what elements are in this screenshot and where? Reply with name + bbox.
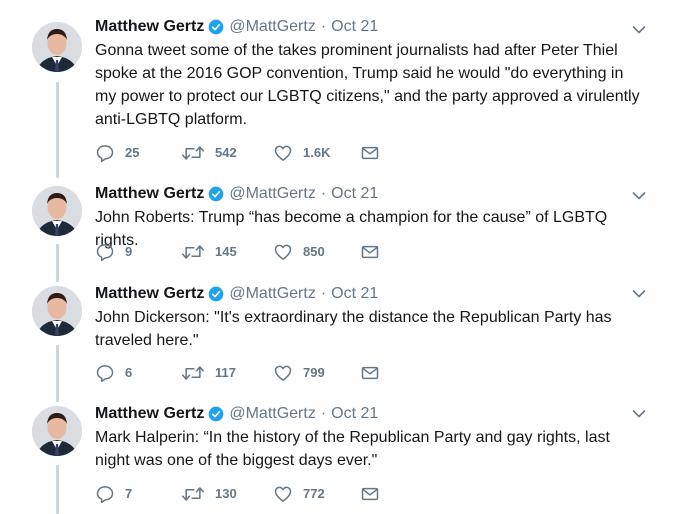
retweet-button[interactable]: 145 — [181, 242, 237, 262]
thread-connector — [56, 244, 59, 282]
retweet-icon — [181, 487, 205, 501]
tweet-header: Matthew Gertz @MattGertz · Oct 21 — [95, 284, 650, 304]
chevron-down-icon[interactable] — [632, 191, 646, 201]
tweet-text: Gonna tweet some of the takes prominent … — [95, 42, 640, 128]
reply-button[interactable]: 25 — [95, 143, 139, 163]
author-name[interactable]: Matthew Gertz — [95, 184, 204, 204]
tweet-time[interactable]: Oct 21 — [331, 17, 378, 37]
tweet-time[interactable]: Oct 21 — [331, 184, 378, 204]
direct-message-button[interactable] — [360, 242, 380, 262]
thread-connector — [56, 345, 59, 402]
separator: · — [320, 185, 327, 202]
chevron-down-icon[interactable] — [632, 409, 646, 419]
heart-icon — [274, 244, 292, 260]
retweet-count: 117 — [215, 365, 236, 380]
retweet-icon — [181, 366, 205, 380]
avatar[interactable] — [32, 22, 82, 72]
heart-icon — [274, 365, 292, 381]
like-count: 772 — [303, 486, 325, 501]
author-handle[interactable]: @MattGertz — [229, 404, 315, 424]
direct-message-button[interactable] — [360, 143, 380, 163]
separator: · — [320, 18, 327, 35]
reply-button[interactable]: 7 — [95, 484, 132, 504]
verified-badge-icon — [209, 186, 224, 202]
retweet-button[interactable]: 130 — [181, 484, 237, 504]
retweet-icon — [181, 245, 205, 259]
reply-count: 25 — [125, 145, 140, 160]
avatar[interactable] — [32, 406, 82, 456]
chevron-down-icon[interactable] — [632, 25, 646, 35]
like-count: 1.6K — [303, 145, 331, 160]
tweet-text: John Dickerson: "It's extraordinary the … — [95, 309, 612, 349]
reply-icon — [96, 145, 114, 163]
like-button[interactable]: 850 — [273, 242, 325, 262]
separator: · — [320, 405, 327, 422]
heart-icon — [274, 486, 292, 502]
author-handle[interactable]: @MattGertz — [229, 284, 315, 304]
tweet-thread: Matthew Gertz @MattGertz · Oct 21 Gonna … — [0, 0, 680, 514]
author-name[interactable]: Matthew Gertz — [95, 284, 204, 304]
thread-connector — [56, 82, 59, 178]
retweet-count: 542 — [215, 145, 237, 160]
retweet-button[interactable]: 117 — [181, 363, 236, 383]
author-handle[interactable]: @MattGertz — [229, 184, 315, 204]
verified-badge-icon — [209, 286, 224, 302]
tweet-content: Matthew Gertz @MattGertz · Oct 21 John D… — [95, 284, 650, 352]
like-button[interactable]: 772 — [273, 484, 325, 504]
direct-message-button[interactable] — [360, 484, 380, 504]
tweet-time[interactable]: Oct 21 — [331, 284, 378, 304]
retweet-count: 145 — [215, 244, 237, 259]
verified-badge-icon — [209, 406, 224, 422]
envelope-icon — [361, 245, 379, 259]
author-handle[interactable]: @MattGertz — [229, 17, 315, 37]
tweet-text: Mark Halperin: “In the history of the Re… — [95, 429, 610, 469]
envelope-icon — [361, 487, 379, 501]
like-count: 850 — [303, 244, 325, 259]
reply-icon — [96, 244, 114, 262]
like-count: 799 — [303, 365, 325, 380]
retweet-count: 130 — [215, 486, 237, 501]
like-button[interactable]: 799 — [273, 363, 325, 383]
tweet-header: Matthew Gertz @MattGertz · Oct 21 — [95, 17, 650, 37]
envelope-icon — [361, 366, 379, 380]
chevron-down-icon[interactable] — [632, 289, 646, 299]
thread-connector — [56, 465, 59, 514]
avatar[interactable] — [32, 186, 82, 236]
author-name[interactable]: Matthew Gertz — [95, 404, 204, 424]
author-name[interactable]: Matthew Gertz — [95, 17, 204, 37]
reply-button[interactable]: 9 — [95, 242, 132, 262]
retweet-button[interactable]: 542 — [181, 143, 237, 163]
reply-icon — [96, 365, 114, 383]
like-button[interactable]: 1.6K — [273, 143, 330, 163]
tweet-time[interactable]: Oct 21 — [331, 404, 378, 424]
tweet-content: Matthew Gertz @MattGertz · Oct 21 Gonna … — [95, 17, 650, 131]
reply-count: 6 — [125, 365, 133, 380]
heart-icon — [274, 145, 292, 161]
envelope-icon — [361, 146, 379, 160]
tweet-header: Matthew Gertz @MattGertz · Oct 21 — [95, 404, 650, 424]
verified-badge-icon — [209, 19, 224, 35]
reply-icon — [96, 486, 114, 504]
direct-message-button[interactable] — [360, 363, 380, 383]
separator: · — [320, 285, 327, 302]
reply-count: 9 — [125, 244, 133, 259]
reply-button[interactable]: 6 — [95, 363, 132, 383]
tweet-content: Matthew Gertz @MattGertz · Oct 21 Mark H… — [95, 404, 650, 472]
reply-count: 7 — [125, 486, 133, 501]
avatar[interactable] — [32, 286, 82, 336]
tweet-header: Matthew Gertz @MattGertz · Oct 21 — [95, 184, 650, 204]
retweet-icon — [181, 146, 205, 160]
